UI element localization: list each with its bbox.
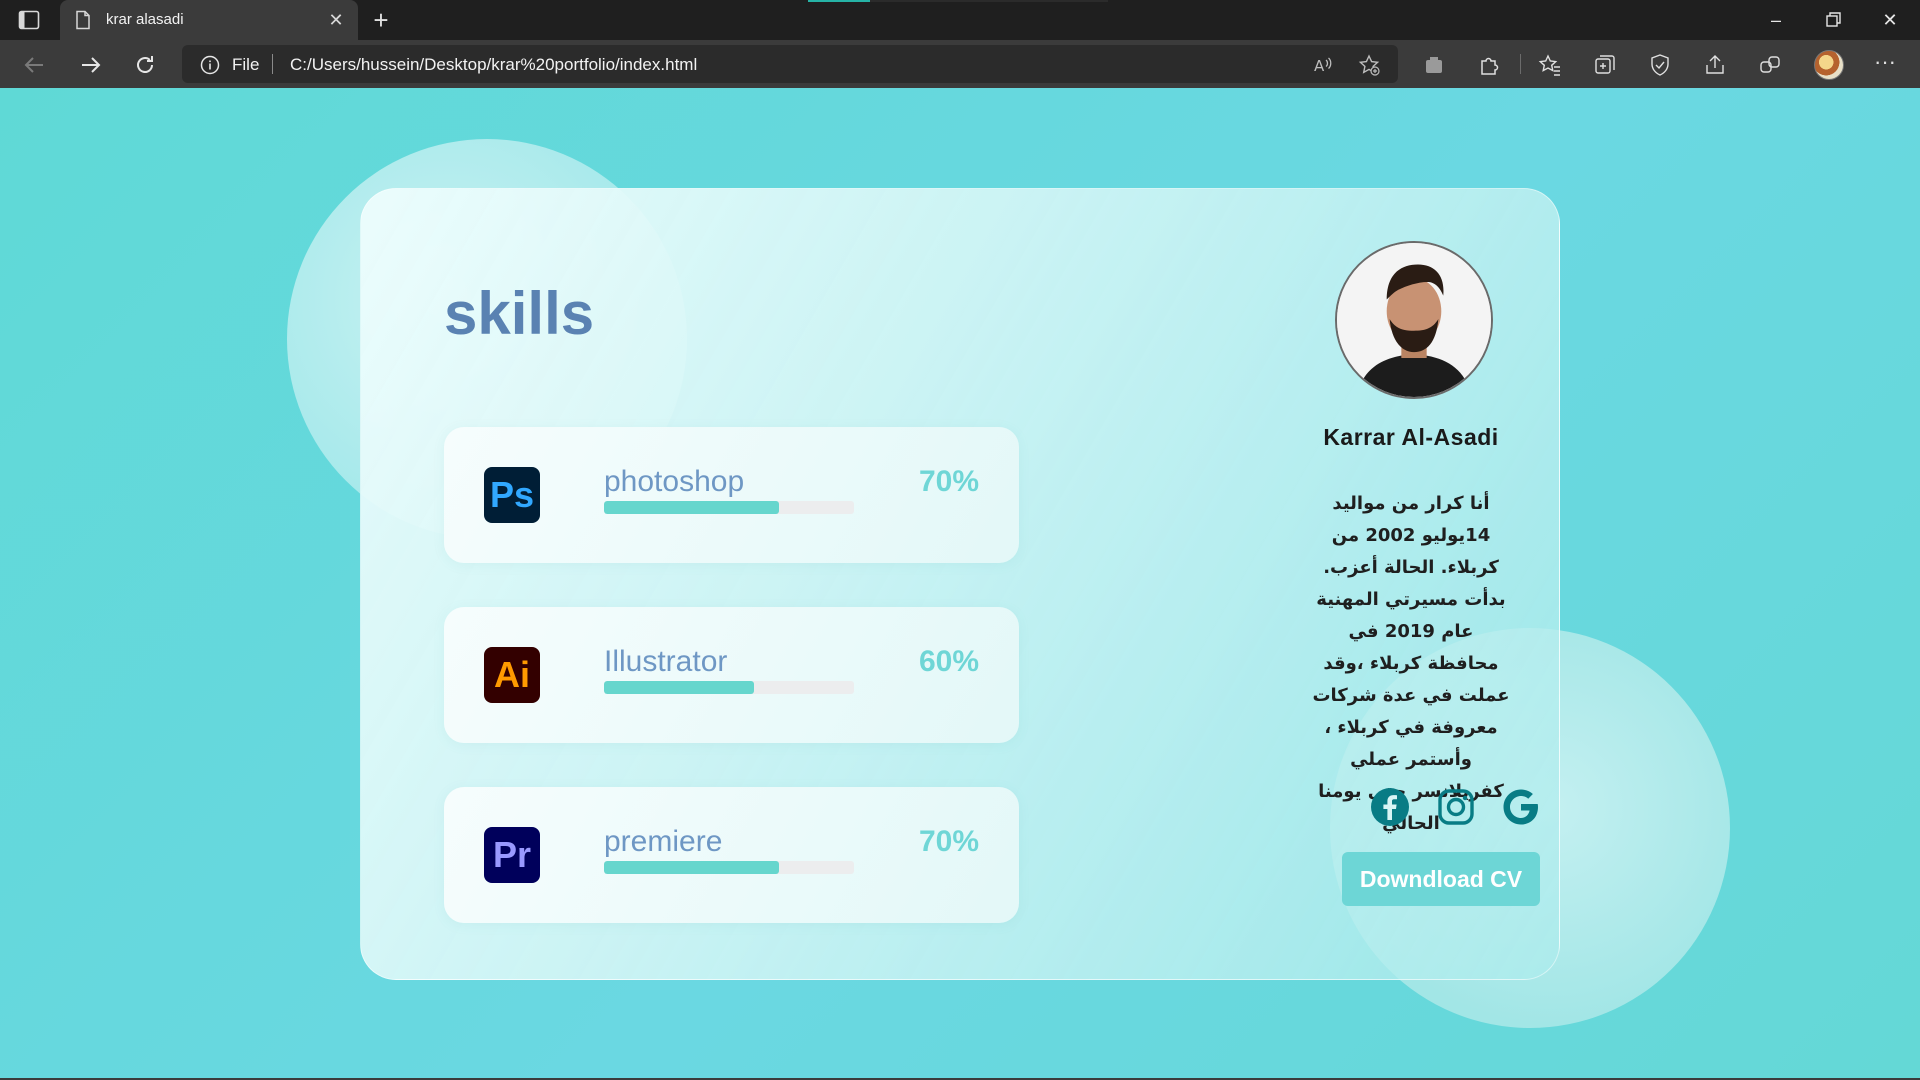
skill-percent: 70% [918,825,979,858]
forward-icon[interactable] [77,52,103,78]
skill-name: photoshop [604,465,745,498]
premiere-icon: Pr [484,827,540,883]
profile-name: Karrar Al-Asadi [1323,424,1499,450]
extension-puzzle-icon[interactable] [1478,53,1502,77]
url-text[interactable]: C:/Users/hussein/Desktop/krar%20portfoli… [290,55,697,75]
back-icon[interactable] [22,52,48,78]
avatar [1335,241,1493,399]
instagram-icon[interactable] [1436,787,1476,827]
skill-percent: 60% [918,645,979,678]
illustrator-icon: Ai [484,647,540,703]
skills-title: skills [444,280,595,347]
collections-icon[interactable] [1593,53,1617,77]
skill-card-illustrator: Ai Illustrator 60% [444,607,1019,743]
skill-progress-bar [604,861,854,874]
toolbar-divider [1520,54,1521,74]
restore-icon[interactable] [1821,8,1845,32]
tab-actions-icon[interactable] [18,10,40,30]
info-icon[interactable] [200,55,220,75]
copilot-icon[interactable] [1758,53,1782,77]
address-separator [272,54,273,74]
document-icon [74,10,92,30]
skill-progress-bar [604,501,854,514]
window-close-icon[interactable]: ✕ [1878,8,1902,32]
svg-text:A: A [1314,57,1325,75]
skill-name: premiere [604,825,723,858]
google-icon[interactable] [1501,787,1541,827]
skill-progress-fill [604,861,779,874]
extension-icon[interactable] [1422,53,1446,77]
social-links [1261,787,1561,831]
skill-card-premiere: Pr premiere 70% [444,787,1019,923]
photoshop-icon: Ps [484,467,540,523]
favorites-icon[interactable] [1538,53,1562,77]
address-bar[interactable]: File C:/Users/hussein/Desktop/krar%20por… [182,45,1398,83]
profile-panel: Karrar Al-Asadi أنا كرار من مواليد 14يول… [1261,189,1561,981]
share-icon[interactable] [1703,53,1727,77]
plus-icon[interactable]: + [368,7,394,34]
browser-toolbar: File C:/Users/hussein/Desktop/krar%20por… [0,40,1920,88]
close-icon[interactable]: ✕ [326,10,346,30]
loading-indicator [808,0,1108,2]
download-cv-button[interactable]: Downdload CV [1342,852,1540,906]
profile-avatar[interactable] [1814,50,1844,80]
tab-title: krar alasadi [106,11,184,28]
browser-tab[interactable]: krar alasadi ✕ [60,0,358,40]
skill-name: Illustrator [604,645,728,678]
add-favorite-icon[interactable] [1358,54,1380,76]
more-icon[interactable]: ··· [1873,51,1897,77]
refresh-icon[interactable] [132,52,158,78]
skill-percent: 70% [918,465,979,498]
page-viewport: skills Ps photoshop 70% Ai Illustrator 6… [0,88,1920,1078]
skill-progress-bar [604,681,854,694]
skill-progress-fill [604,681,754,694]
facebook-icon[interactable] [1370,787,1410,827]
skill-card-photoshop: Ps photoshop 70% [444,427,1019,563]
portfolio-card: skills Ps photoshop 70% Ai Illustrator 6… [360,188,1560,980]
skill-progress-fill [604,501,779,514]
read-aloud-icon[interactable]: A [1312,54,1334,76]
title-bar: krar alasadi ✕ + – ✕ [0,0,1920,40]
browser-essentials-icon[interactable] [1648,53,1672,77]
minimize-icon[interactable]: – [1764,8,1788,32]
address-scheme: File [232,55,260,74]
